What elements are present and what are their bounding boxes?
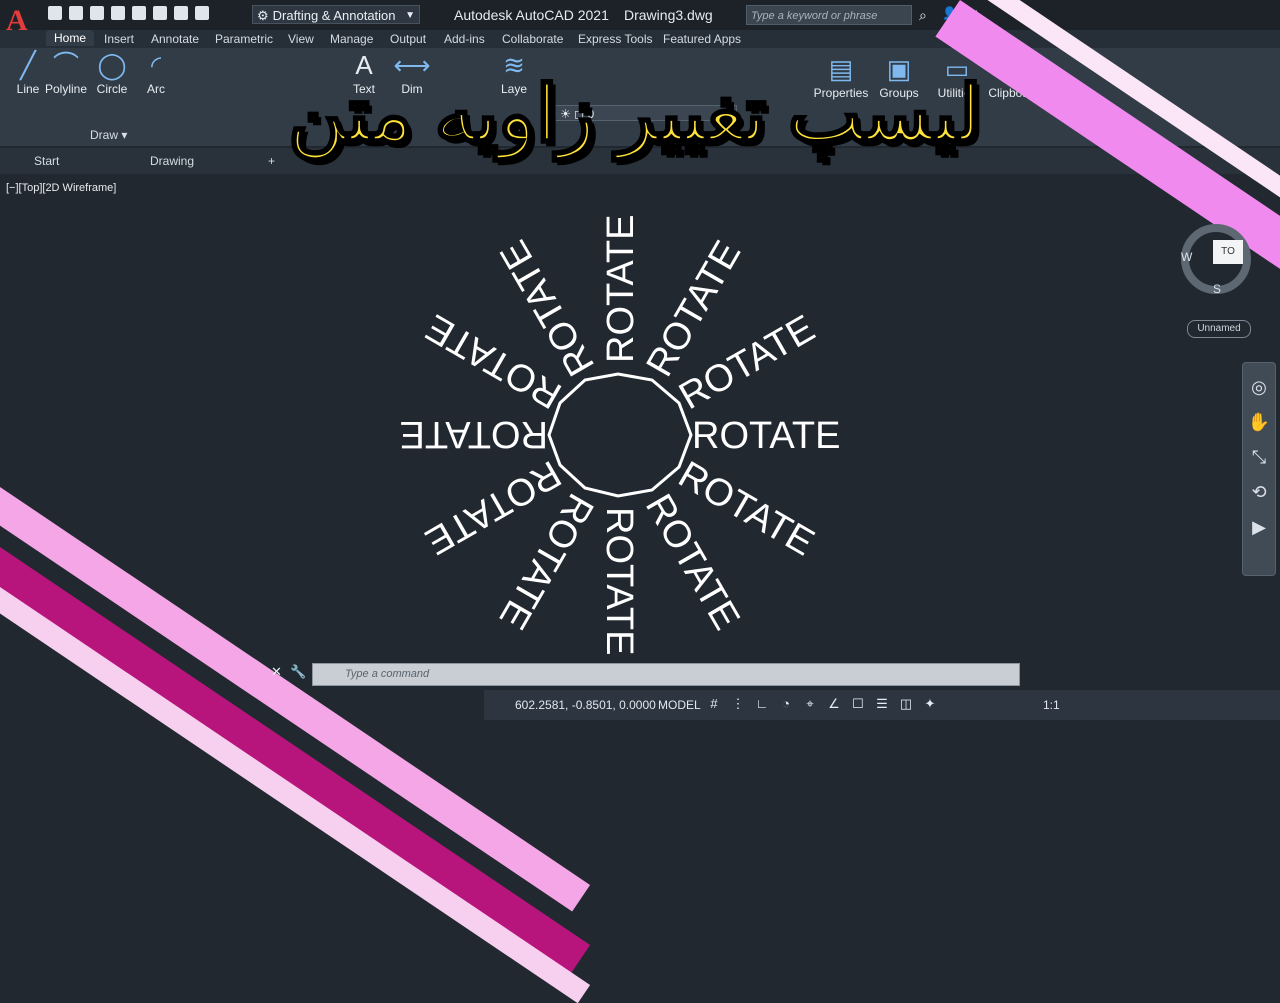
viewcube[interactable]: W S TO	[1181, 224, 1251, 296]
lineweight-icon[interactable]: ☐	[850, 696, 866, 712]
rotate-text[interactable]: ROTATE	[600, 215, 642, 363]
orbit-icon[interactable]: ⟲	[1243, 482, 1275, 503]
rotate-text[interactable]: ROTATE	[598, 507, 640, 655]
rotate-text-group: ROTATEROTATEROTATEROTATEROTATEROTATEROTA…	[400, 215, 841, 656]
navigation-bar: ◎ ✋ ⤡ ⟲ ▶	[1242, 362, 1276, 576]
zoom-extents-icon[interactable]: ⤡	[1243, 447, 1275, 468]
selection-cycling-icon[interactable]: ◫	[898, 696, 914, 712]
close-icon[interactable]: ✕	[271, 664, 282, 680]
snap-icon[interactable]: ⋮	[730, 696, 746, 712]
annotation-scale[interactable]: 1:1	[1043, 698, 1060, 712]
osnap-icon[interactable]: ⌖	[802, 696, 818, 712]
otrack-icon[interactable]: ∠	[826, 696, 842, 712]
steering-wheel-icon[interactable]: ◎	[1243, 377, 1275, 398]
polar-icon[interactable]: ◔	[778, 696, 794, 712]
transparency-icon[interactable]: ☰	[874, 696, 890, 712]
wrench-icon[interactable]: 🔧	[290, 664, 306, 680]
ucs-menu[interactable]: Unnamed	[1187, 320, 1251, 338]
showmotion-icon[interactable]: ▶	[1243, 517, 1275, 538]
command-input[interactable]: Type a command	[312, 663, 1020, 686]
ortho-icon[interactable]: ∟	[754, 696, 770, 712]
grid-icon[interactable]: #	[706, 696, 722, 712]
coordinates-readout: 602.2581, -0.8501, 0.0000	[515, 698, 656, 712]
status-bar: 602.2581, -0.8501, 0.0000 MODEL # ⋮ ∟ ◔ …	[484, 690, 1280, 720]
center-polygon	[547, 372, 693, 498]
status-toggles: # ⋮ ∟ ◔ ⌖ ∠ ☐ ☰ ◫ ✦	[706, 696, 938, 712]
rotate-text[interactable]: ROTATE	[692, 415, 840, 457]
pan-icon[interactable]: ✋	[1243, 412, 1275, 433]
rotate-text[interactable]: ROTATE	[400, 413, 548, 455]
video-title-overlay: لیسپ تغییر زاویه متن	[287, 70, 983, 159]
model-space-button[interactable]: MODEL	[658, 698, 701, 712]
annotation-visibility-icon[interactable]: ✦	[922, 696, 938, 712]
